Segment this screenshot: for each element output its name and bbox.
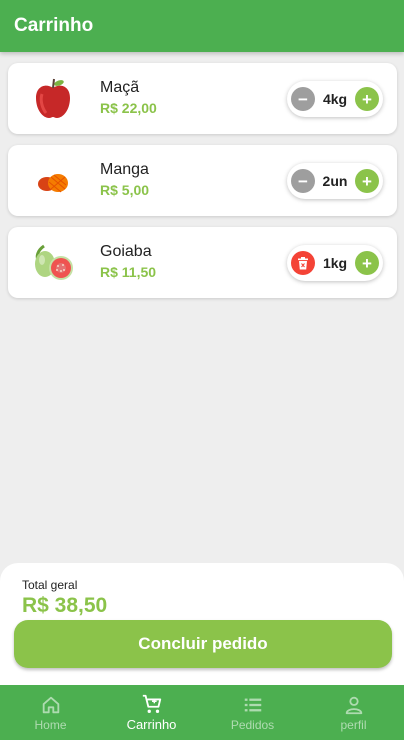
checkout-button[interactable]: Concluir pedido [14,620,392,668]
guava-icon [30,240,76,286]
item-price: R$ 5,00 [100,182,150,198]
nav-label: Pedidos [230,717,275,732]
bottom-navigation: Home Carrinho Pedidos perfil [0,685,404,740]
mango-icon [30,158,76,204]
cart-icon [142,694,161,713]
delete-button[interactable] [291,251,315,275]
nav-label: perfil [340,717,367,732]
increase-button[interactable]: + [354,169,379,193]
total-value: R$ 38,50 [22,594,108,617]
decrease-button[interactable]: − [291,169,315,193]
cart-item-maca: Maçã R$ 22,00 − 4kg + [8,63,397,134]
item-price: R$ 22,00 [100,100,157,116]
quantity-stepper: 1kg + [287,245,383,281]
item-info: Maçã R$ 22,00 [100,79,157,116]
nav-label: Carrinho [126,717,177,732]
list-icon [244,698,261,711]
cart-item-goiaba: Goiaba R$ 11,50 1kg + [8,227,397,298]
nav-item-carrinho[interactable]: Carrinho [101,685,202,740]
trash-icon [298,256,308,269]
quantity-stepper: − 4kg + [287,81,383,117]
nav-item-pedidos[interactable]: Pedidos [202,685,303,740]
nav-item-perfil[interactable]: perfil [303,685,404,740]
item-quantity: 1kg [322,255,348,271]
item-price: R$ 11,50 [100,264,157,280]
item-name: Goiaba [100,243,152,260]
home-icon [42,696,59,713]
increase-button[interactable]: + [355,87,379,111]
item-quantity: 4kg [322,91,348,107]
quantity-stepper: − 2un + [287,163,383,199]
page-title: Carrinho [14,15,94,36]
total-label: Total geral [22,578,78,592]
cart-list: Maçã R$ 22,00 − 4kg + Manga R$ 5,00 − 2u… [8,63,397,309]
item-info: Manga R$ 5,00 [100,161,149,198]
apple-icon [30,76,76,122]
increase-button[interactable]: + [355,251,379,275]
order-summary: Total geral R$ 38,50 Concluir pedido [0,563,404,688]
user-icon [345,696,362,714]
app-bar: Carrinho [0,0,404,52]
item-name: Maçã [100,79,140,96]
cart-item-manga: Manga R$ 5,00 − 2un + [8,145,397,216]
decrease-button[interactable]: − [291,87,315,111]
item-info: Goiaba R$ 11,50 [100,243,156,280]
nav-label: Home [34,717,67,732]
item-name: Manga [100,161,149,178]
item-quantity: 2un [322,173,348,189]
nav-item-home[interactable]: Home [0,685,101,740]
